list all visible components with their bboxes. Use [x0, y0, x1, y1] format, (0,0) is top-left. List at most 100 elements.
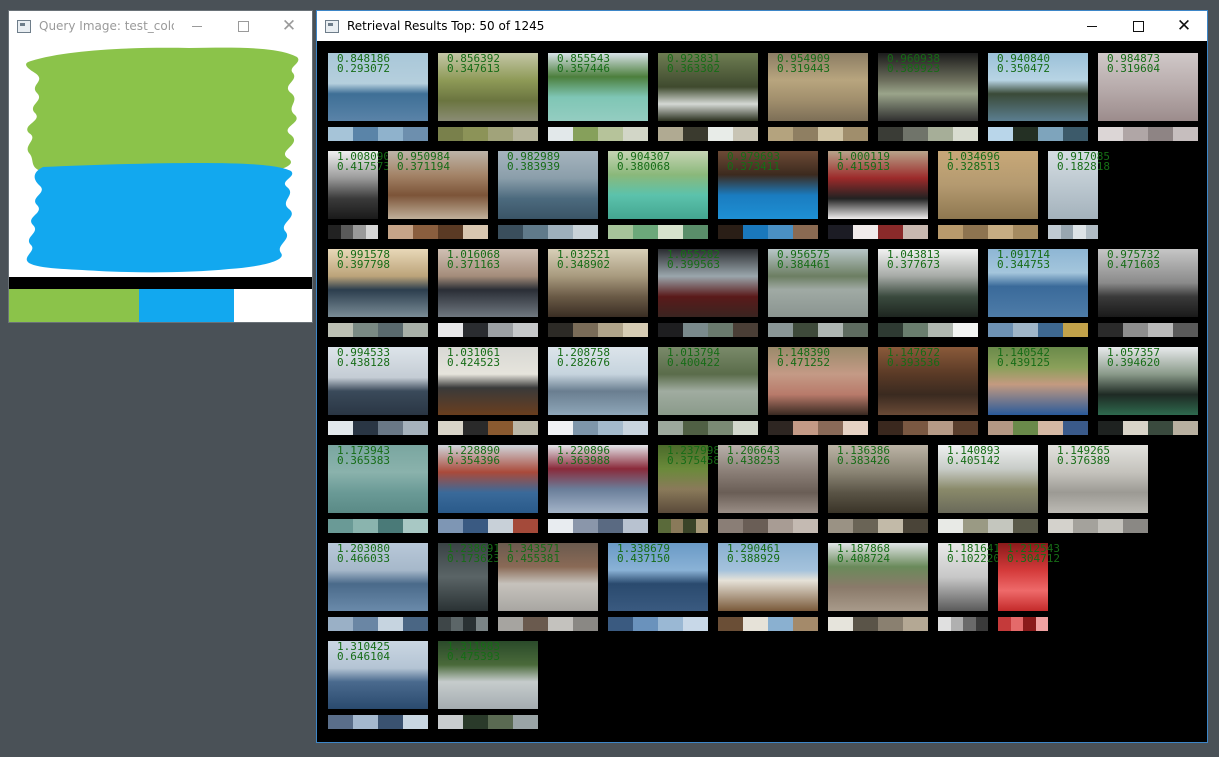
result-thumbnail: 0.855543 0.357446	[548, 53, 648, 141]
palette-swatch	[1060, 225, 1073, 239]
result-image	[388, 151, 488, 219]
result-color-palette	[878, 421, 978, 435]
result-thumbnail: 1.208758 0.282676	[548, 347, 648, 435]
result-thumbnail: 1.228890 0.354396	[438, 445, 538, 533]
palette-swatch	[378, 127, 403, 141]
result-thumbnail: 1.290461 0.388929	[718, 543, 818, 631]
palette-swatch	[988, 519, 1013, 533]
palette-swatch	[1123, 519, 1148, 533]
close-button[interactable]: ✕	[266, 11, 312, 41]
query-sketch	[26, 47, 299, 273]
palette-swatch	[878, 519, 903, 533]
result-thumbnail: 1.212543 0.304712	[998, 543, 1060, 631]
result-color-palette	[328, 421, 428, 435]
result-color-palette	[328, 519, 428, 533]
results-window-titlebar[interactable]: Retrieval Results Top: 50 of 1245 ✕	[317, 11, 1207, 41]
palette-swatch	[623, 323, 648, 337]
palette-swatch	[1148, 421, 1173, 435]
palette-swatch	[378, 519, 403, 533]
result-image	[938, 151, 1038, 219]
result-color-palette	[718, 617, 818, 631]
palette-swatch	[658, 421, 683, 435]
result-thumbnail: 0.956575 0.384461	[768, 249, 868, 337]
result-thumbnail: 0.848186 0.293072	[328, 53, 428, 141]
result-thumbnail: 0.991578 0.397798	[328, 249, 428, 337]
palette-swatch	[938, 519, 963, 533]
result-image	[718, 151, 818, 219]
close-button[interactable]: ✕	[1161, 11, 1207, 41]
palette-swatch	[743, 225, 768, 239]
palette-swatch	[353, 225, 366, 239]
result-thumbnail: 1.181641 0.102220	[938, 543, 1000, 631]
palette-swatch	[463, 715, 488, 729]
result-image	[938, 543, 988, 611]
result-image	[328, 53, 428, 121]
query-window-titlebar[interactable]: Query Image: test_color... ✕	[9, 11, 312, 41]
palette-swatch	[718, 225, 743, 239]
palette-swatch	[733, 127, 758, 141]
palette-swatch	[328, 617, 353, 631]
result-image	[768, 249, 868, 317]
palette-swatch	[353, 519, 378, 533]
result-color-palette	[658, 421, 758, 435]
palette-swatch	[328, 323, 353, 337]
result-color-palette	[548, 323, 648, 337]
palette-swatch	[878, 323, 903, 337]
result-image	[988, 347, 1088, 415]
result-thumbnail: 1.000119 0.415913	[828, 151, 928, 239]
query-window-title: Query Image: test_color...	[39, 19, 174, 33]
result-thumbnail: 0.984873 0.319604	[1098, 53, 1198, 141]
palette-swatch	[1123, 127, 1148, 141]
result-thumbnail: 1.043813 0.377673	[878, 249, 978, 337]
result-color-palette	[718, 519, 818, 533]
palette-swatch	[963, 617, 976, 631]
palette-swatch	[463, 127, 488, 141]
palette-swatch	[793, 421, 818, 435]
palette-swatch	[450, 617, 463, 631]
palette-swatch	[953, 421, 978, 435]
minimize-button[interactable]	[1069, 11, 1115, 41]
maximize-button[interactable]	[1115, 11, 1161, 41]
palette-swatch	[963, 519, 988, 533]
result-image	[328, 445, 428, 513]
palette-swatch	[1013, 127, 1038, 141]
maximize-button[interactable]	[220, 11, 266, 41]
palette-swatch	[608, 225, 633, 239]
palette-swatch	[928, 127, 953, 141]
result-image	[998, 543, 1048, 611]
result-image	[438, 347, 538, 415]
palette-swatch	[438, 519, 463, 533]
palette-swatch	[953, 127, 978, 141]
palette-swatch	[768, 127, 793, 141]
palette-swatch	[488, 519, 513, 533]
palette-swatch	[768, 617, 793, 631]
palette-swatch	[403, 421, 428, 435]
palette-swatch	[598, 323, 623, 337]
palette-swatch	[598, 127, 623, 141]
palette-swatch	[828, 617, 853, 631]
result-thumbnail: 0.950984 0.371194	[388, 151, 488, 239]
app-window-icon	[17, 19, 31, 33]
maximize-icon	[237, 20, 249, 32]
palette-swatch	[403, 127, 428, 141]
palette-swatch	[498, 225, 523, 239]
palette-swatch	[1038, 323, 1063, 337]
palette-swatch	[378, 715, 403, 729]
result-color-palette	[878, 127, 978, 141]
result-color-palette	[828, 519, 928, 533]
palette-swatch	[658, 519, 671, 533]
palette-swatch	[683, 225, 708, 239]
maximize-icon	[1132, 20, 1144, 32]
palette-swatch	[328, 225, 341, 239]
palette-swatch	[328, 519, 353, 533]
result-color-palette	[768, 323, 868, 337]
palette-swatch	[695, 519, 708, 533]
palette-swatch	[633, 225, 658, 239]
palette-swatch	[903, 225, 928, 239]
result-thumbnail: 1.173943 0.365383	[328, 445, 428, 533]
result-thumbnail: 0.904307 0.380068	[608, 151, 708, 239]
result-image	[718, 543, 818, 611]
minimize-button[interactable]	[174, 11, 220, 41]
palette-swatch	[878, 617, 903, 631]
palette-swatch	[1148, 323, 1173, 337]
